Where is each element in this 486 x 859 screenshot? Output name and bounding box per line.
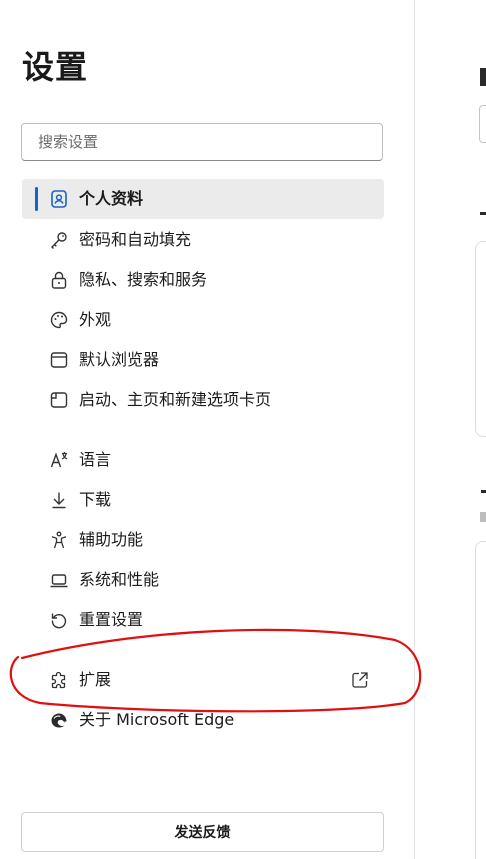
nav-item-label: 外观 (79, 310, 112, 329)
content-subtext-fragment (480, 512, 486, 522)
nav-item-language[interactable]: 语言 (22, 440, 384, 480)
nav-item-accessibility[interactable]: 辅助功能 (22, 520, 384, 560)
nav-item-downloads[interactable]: 下载 (22, 480, 384, 520)
nav-item-label: 系统和性能 (79, 570, 160, 589)
settings-sidebar: 设置 个人资料 密码和自动填充 隐私、搜索和服务 外观 默认浏 (0, 0, 415, 859)
profile-icon (48, 188, 70, 210)
open-external-icon (350, 670, 370, 690)
content-heading-fragment (480, 68, 486, 86)
content-card (475, 541, 486, 859)
edge-logo-icon (48, 709, 70, 731)
nav-item-system[interactable]: 系统和性能 (22, 560, 384, 600)
nav-item-extensions[interactable]: 扩展 (22, 660, 384, 700)
key-icon (48, 229, 70, 251)
laptop-icon (48, 569, 70, 591)
nav-item-about[interactable]: 关于 Microsoft Edge (22, 700, 384, 740)
palette-icon (48, 309, 70, 331)
nav-item-privacy[interactable]: 隐私、搜索和服务 (22, 260, 384, 300)
nav-item-label: 重置设置 (79, 610, 144, 629)
nav-item-label: 关于 Microsoft Edge (79, 710, 235, 729)
selection-indicator (35, 187, 38, 211)
send-feedback-button[interactable]: 发送反馈 (21, 812, 384, 852)
nav-item-label: 密码和自动填充 (79, 230, 192, 249)
nav-item-start-page[interactable]: 启动、主页和新建选项卡页 (22, 380, 384, 420)
nav-item-label: 下载 (79, 490, 112, 509)
nav-item-profile[interactable]: 个人资料 (22, 179, 384, 219)
content-section-heading-fragment (481, 490, 486, 493)
nav-item-label: 启动、主页和新建选项卡页 (79, 390, 272, 409)
content-section-heading-fragment (480, 212, 486, 215)
start-page-icon (48, 389, 70, 411)
content-card (475, 241, 486, 437)
lock-icon (48, 269, 70, 291)
nav-item-appearance[interactable]: 外观 (22, 300, 384, 340)
nav-item-default-browser[interactable]: 默认浏览器 (22, 340, 384, 380)
accessibility-icon (48, 529, 70, 551)
browser-window-icon (48, 349, 70, 371)
nav-item-reset[interactable]: 重置设置 (22, 600, 384, 640)
download-icon (48, 489, 70, 511)
search-box[interactable] (21, 123, 383, 161)
page-title: 设置 (22, 48, 89, 86)
content-input-fragment (479, 105, 486, 143)
nav-item-label: 个人资料 (79, 189, 144, 208)
search-input[interactable] (22, 124, 382, 160)
nav-item-label: 语言 (79, 450, 112, 469)
nav-item-passwords[interactable]: 密码和自动填充 (22, 220, 384, 260)
puzzle-icon (48, 669, 70, 691)
reset-icon (48, 609, 70, 631)
nav-item-label: 隐私、搜索和服务 (79, 270, 208, 289)
nav-item-label: 扩展 (79, 670, 112, 689)
nav-item-label: 默认浏览器 (79, 350, 160, 369)
nav-item-label: 辅助功能 (79, 530, 144, 549)
language-icon (48, 449, 70, 471)
